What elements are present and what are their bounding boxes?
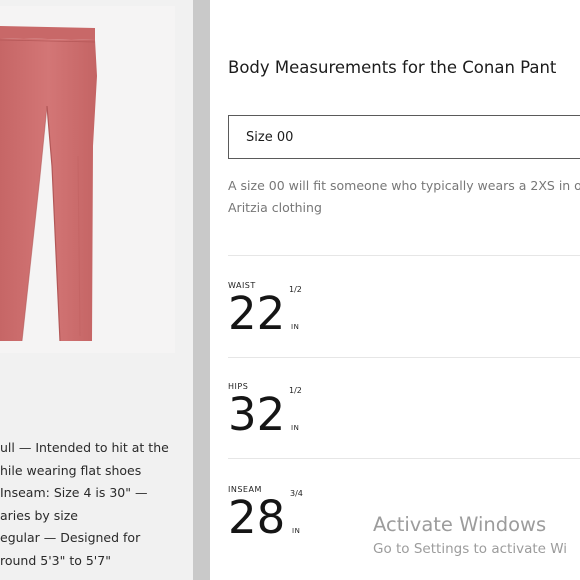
product-panel: ull — Intended to hit at the hile wearin… xyxy=(0,0,193,580)
measurement-unit: IN xyxy=(291,323,300,331)
fit-notes: ull — Intended to hit at the hile wearin… xyxy=(0,437,193,572)
divider xyxy=(228,255,580,256)
measurement-fraction: 1/2 xyxy=(289,285,302,294)
size-description-line: Aritzia clothing xyxy=(228,200,322,215)
measurement-fraction: 3/4 xyxy=(290,489,303,498)
activate-windows-watermark: Activate Windows Go to Settings to activ… xyxy=(373,512,567,558)
panel-title: Body Measurements for the Conan Pant xyxy=(228,58,557,77)
size-description-line: A size 00 will fit someone who typically… xyxy=(228,178,580,193)
watermark-title: Activate Windows xyxy=(373,513,547,536)
measurement-fraction: 1/2 xyxy=(289,386,302,395)
watermark-subtitle: Go to Settings to activate Wi xyxy=(373,541,568,557)
scrollbar[interactable] xyxy=(193,0,210,580)
measurement-hips: HIPS 32 1/2 IN xyxy=(228,382,428,462)
measurement-value: 22 xyxy=(228,287,286,340)
product-image xyxy=(0,6,175,353)
divider xyxy=(228,458,580,459)
fit-note-line: aries by size xyxy=(0,507,78,523)
measurement-unit: IN xyxy=(292,527,301,535)
size-select-value: Size 00 xyxy=(246,130,294,145)
fit-note-line: hile wearing flat shoes xyxy=(0,462,142,478)
fit-note-line: egular — Designed for xyxy=(0,530,141,545)
measurement-unit: IN xyxy=(291,424,300,432)
body-measurements-panel: Body Measurements for the Conan Pant Siz… xyxy=(210,0,580,580)
measurement-value: 32 xyxy=(228,388,286,441)
size-select[interactable]: Size 00 xyxy=(228,115,580,159)
fit-note-line: round 5'3" to 5'7" xyxy=(0,552,111,568)
pant-illustration xyxy=(0,26,97,342)
measurement-value: 28 xyxy=(228,491,286,544)
fit-note-line: ull — Intended to hit at the xyxy=(0,440,169,455)
size-description: A size 00 will fit someone who typically… xyxy=(228,175,580,219)
measurement-waist: WAIST 22 1/2 IN xyxy=(228,281,428,361)
divider xyxy=(228,357,580,358)
fit-note-line: Inseam: Size 4 is 30" — xyxy=(0,485,148,500)
